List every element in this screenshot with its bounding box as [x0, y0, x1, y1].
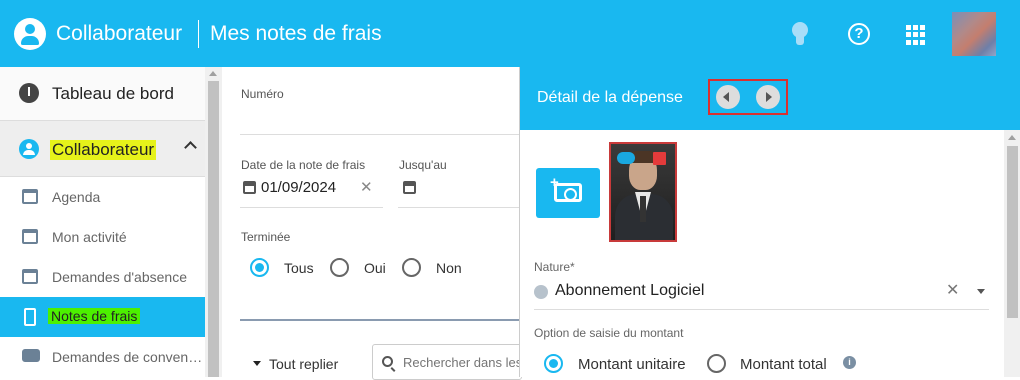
- radio-montant-total-label[interactable]: Montant total: [740, 356, 827, 373]
- sidebar-item-label: Demandes de conven…: [52, 349, 203, 365]
- panel-scrollbar[interactable]: [1004, 130, 1020, 377]
- expense-navigation: [708, 79, 788, 115]
- calendar-user-icon: [22, 229, 38, 244]
- amount-option-label: Option de saisie du montant: [534, 326, 684, 340]
- avatar[interactable]: [952, 12, 996, 56]
- scrollbar-thumb[interactable]: [1007, 146, 1018, 318]
- calendar-x-icon: [22, 269, 38, 284]
- numero-field[interactable]: [240, 134, 520, 135]
- nature-label: Nature*: [534, 260, 575, 274]
- user-circle-icon[interactable]: [14, 18, 46, 50]
- search-input[interactable]: [403, 355, 521, 370]
- date-label: Date de la note de frais: [241, 158, 366, 172]
- camera-icon: [554, 183, 582, 202]
- calendar-icon[interactable]: [243, 181, 256, 194]
- sidebar-section-label: Collaborateur: [50, 140, 157, 160]
- dashboard-gauge-icon: [19, 83, 39, 103]
- add-photo-button[interactable]: +: [536, 168, 600, 218]
- radio-tous[interactable]: [250, 258, 269, 277]
- panel-title: Détail de la dépense: [537, 89, 683, 106]
- sidebar-item-demandes-convention[interactable]: Demandes de conven…: [0, 337, 205, 377]
- sidebar-item-mon-activite[interactable]: Mon activité: [0, 217, 205, 257]
- section-divider: [240, 319, 520, 321]
- radio-non-label[interactable]: Non: [436, 260, 462, 276]
- radio-non[interactable]: [402, 258, 421, 277]
- chat-icon: [22, 349, 40, 362]
- calendar-icon[interactable]: [403, 181, 416, 194]
- sidebar-scrollbar[interactable]: [205, 67, 222, 377]
- collapse-all-button[interactable]: Tout replier: [269, 356, 338, 372]
- until-label: Jusqu'au: [399, 158, 447, 172]
- calendar-clock-icon: [22, 189, 38, 204]
- terminee-label: Terminée: [241, 230, 291, 244]
- sidebar-item-label: Notes de frais: [48, 308, 141, 324]
- radio-montant-total[interactable]: [707, 354, 726, 373]
- nature-dropdown-icon[interactable]: [977, 289, 985, 294]
- trash-icon[interactable]: [653, 152, 666, 165]
- apps-grid-icon[interactable]: [906, 25, 926, 45]
- date-underline: [240, 207, 383, 208]
- clear-date-icon[interactable]: ✕: [360, 178, 373, 196]
- search-box[interactable]: [372, 344, 522, 380]
- scroll-up-arrow-icon[interactable]: [209, 71, 217, 76]
- panel-header: Détail de la dépense: [520, 67, 1020, 130]
- user-icon: [19, 139, 39, 159]
- clear-nature-icon[interactable]: ✕: [946, 280, 959, 300]
- until-field[interactable]: [398, 207, 520, 208]
- numero-label: Numéro: [241, 87, 284, 101]
- receipt-icon: [24, 308, 36, 326]
- sidebar-item-dashboard[interactable]: Tableau de bord: [0, 67, 205, 121]
- nature-underline: [534, 309, 989, 310]
- module-title[interactable]: Collaborateur: [56, 22, 182, 46]
- radio-montant-unitaire-label[interactable]: Montant unitaire: [578, 356, 686, 373]
- sidebar: Tableau de bord Collaborateur Agenda Mon…: [0, 67, 222, 377]
- radio-tous-label[interactable]: Tous: [284, 260, 314, 276]
- radio-montant-unitaire[interactable]: [544, 354, 563, 373]
- nature-select[interactable]: Abonnement Logiciel: [555, 282, 704, 300]
- sidebar-item-label: Demandes d'absence: [52, 269, 187, 285]
- top-bar: Collaborateur Mes notes de frais ?: [0, 0, 1020, 67]
- expense-detail-panel: Détail de la dépense + Nature* Abonnemen…: [519, 67, 1020, 377]
- caret-down-icon[interactable]: [253, 361, 261, 366]
- search-icon: [382, 356, 393, 367]
- previous-expense-button[interactable]: [716, 85, 740, 109]
- title-separator: [198, 20, 199, 48]
- lightbulb-icon[interactable]: [789, 22, 813, 46]
- sidebar-item-notes-de-frais[interactable]: Notes de frais: [0, 297, 205, 337]
- chevron-up-icon[interactable]: [184, 141, 197, 154]
- info-icon[interactable]: i: [843, 356, 856, 369]
- sidebar-item-demandes-absence[interactable]: Demandes d'absence: [0, 257, 205, 297]
- scrollbar-thumb[interactable]: [208, 81, 219, 377]
- date-field[interactable]: 01/09/2024: [261, 179, 336, 196]
- sidebar-section-collaborateur[interactable]: Collaborateur: [0, 121, 205, 177]
- radio-oui[interactable]: [330, 258, 349, 277]
- nature-category-icon: [534, 285, 548, 299]
- sidebar-item-agenda[interactable]: Agenda: [0, 177, 205, 217]
- page-title: Mes notes de frais: [210, 22, 382, 45]
- scroll-up-arrow-icon[interactable]: [1008, 135, 1016, 140]
- radio-oui-label[interactable]: Oui: [364, 260, 386, 276]
- sidebar-item-label: Agenda: [52, 189, 101, 205]
- sidebar-item-label: Mon activité: [52, 229, 127, 245]
- sidebar-item-label: Tableau de bord: [52, 84, 174, 103]
- cloud-download-icon[interactable]: [617, 152, 635, 164]
- next-expense-button[interactable]: [756, 85, 780, 109]
- help-icon[interactable]: ?: [847, 22, 871, 46]
- receipt-thumbnail[interactable]: [609, 142, 677, 242]
